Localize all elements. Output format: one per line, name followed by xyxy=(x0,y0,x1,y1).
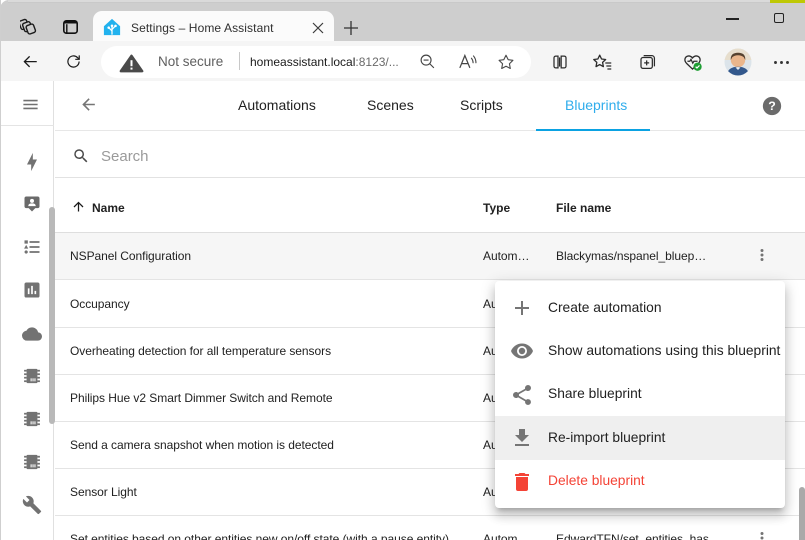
svg-text:?: ? xyxy=(768,99,776,113)
